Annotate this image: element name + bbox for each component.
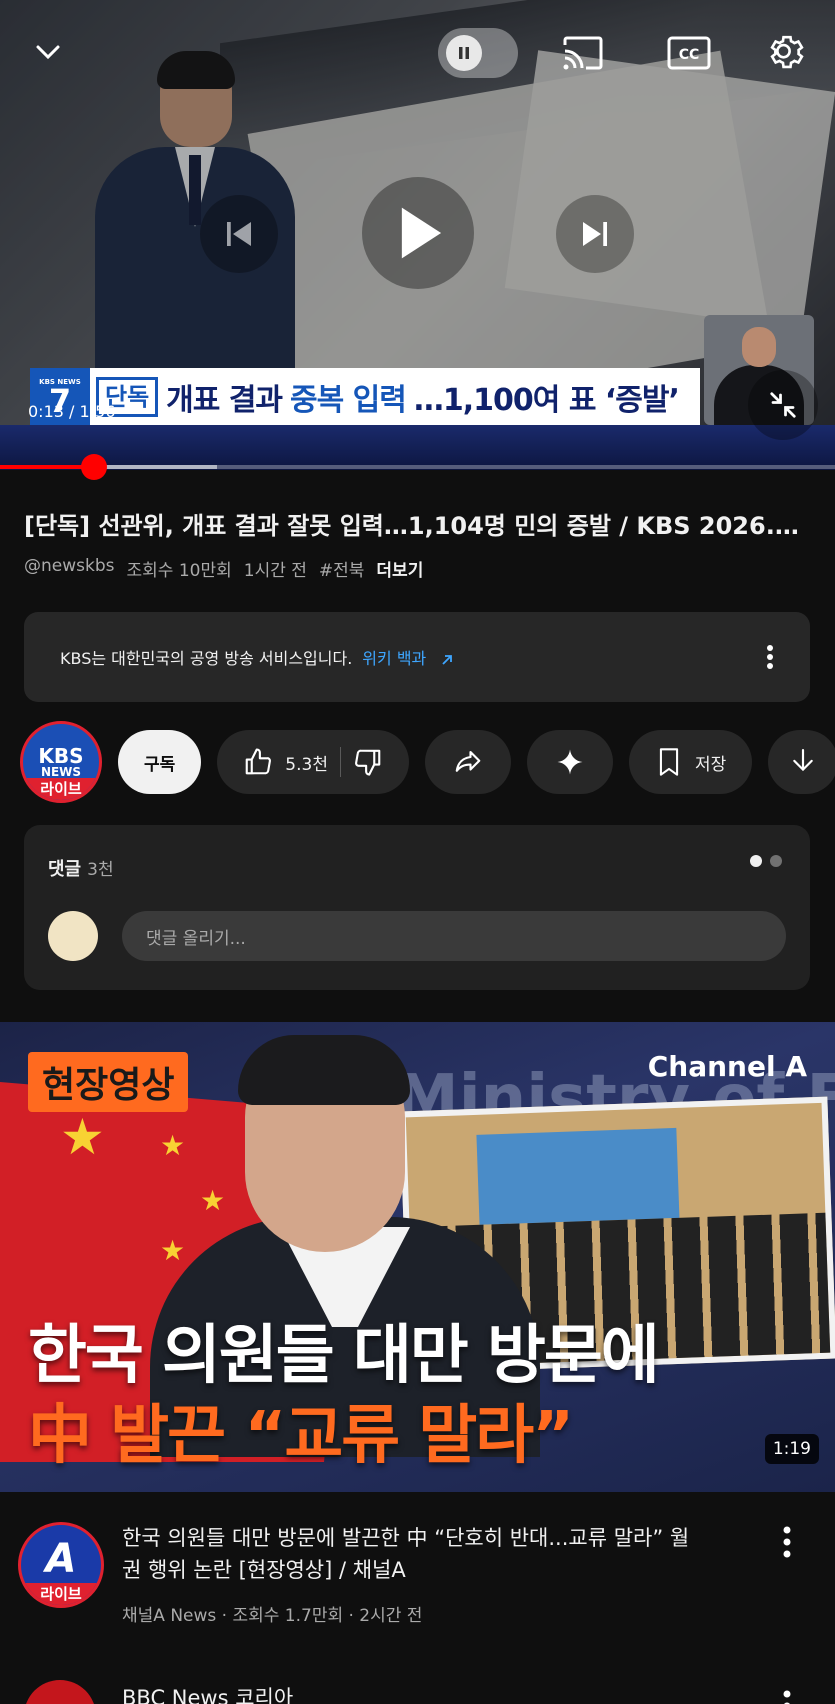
scrubber-handle[interactable] [80, 454, 107, 480]
more-button[interactable]: 더보기 [376, 556, 423, 581]
comment-input[interactable]: 댓글 올리기... [122, 911, 786, 961]
ask-ai-button[interactable] [526, 730, 613, 794]
fullscreen-exit-icon[interactable] [748, 370, 818, 440]
share-icon [453, 747, 483, 777]
kebab-menu-icon[interactable] [783, 1526, 791, 1558]
live-badge: 라이브 [23, 778, 99, 800]
autoplay-toggle[interactable] [438, 28, 518, 78]
next-item[interactable]: BBC News 코리아 [0, 1670, 835, 1704]
comments-count: 3천 [87, 860, 114, 880]
hashtag-link[interactable]: #전북 [319, 556, 365, 581]
divider [339, 747, 341, 777]
video-title[interactable]: [단독] 선관위, 개표 결과 잘못 입력…1,104명 민의 증발 / KBS… [24, 506, 814, 541]
headline-part: …1,100여 표 ‘증발’ [413, 382, 680, 418]
channel-handle[interactable]: @newskbs [24, 556, 115, 581]
like-count: 5.3천 [285, 754, 328, 775]
user-avatar [48, 911, 98, 961]
video-player[interactable]: KBS NEWS 7 단독 개표 결과 중복 입력 …1,100여 표 ‘증발’… [0, 0, 835, 470]
live-badge: 라이브 [21, 1583, 101, 1605]
sparkle-icon [555, 747, 585, 777]
settings-icon[interactable] [759, 24, 815, 80]
view-count: 조회수 10만회 [126, 561, 232, 581]
channel-avatar[interactable]: A 라이브 [18, 1522, 104, 1608]
comments-panel[interactable]: 댓글 3천 댓글 올리기... [24, 825, 810, 990]
next-channel-name: BBC News 코리아 [122, 1686, 294, 1704]
avatar-text: KBS [38, 743, 84, 768]
thumb-headline: 한국 의원들 대만 방문에 [28, 1319, 660, 1393]
action-row: KBS NEWS 라이브 구독 5.3천 저장 [20, 721, 835, 803]
play-icon[interactable] [362, 177, 474, 289]
thumb-tag: 현장영상 [28, 1052, 189, 1112]
save-button[interactable]: 저장 [628, 730, 753, 794]
wiki-link[interactable]: 위키 백과 [362, 645, 455, 669]
headline-part: 개표 결과 [166, 382, 283, 418]
pause-icon [446, 35, 482, 71]
chevron-down-icon[interactable] [22, 26, 74, 78]
recommended-title[interactable]: 한국 의원들 대만 방문에 발끈한 中 “단호히 반대...교류 말라” 월권 … [122, 1522, 702, 1586]
avatar-text: A [45, 1536, 77, 1582]
save-label: 저장 [694, 754, 727, 775]
comments-label: 댓글 [48, 859, 82, 880]
svg-text:CC: CC [679, 47, 700, 63]
external-link-icon [439, 652, 455, 668]
thumbs-down-icon[interactable] [353, 747, 383, 777]
duration-badge: 1:19 [764, 1434, 819, 1464]
download-icon [790, 747, 816, 777]
thumb-headline: 中 발끈 “교류 말라” [28, 1399, 574, 1473]
recommended-thumbnail[interactable]: ★ ★ ★ ★ Ministry of F 현장영상 Channel A 한국 … [0, 1022, 835, 1492]
upload-age: 1시간 전 [243, 561, 307, 581]
thumb-brand: Channel A [647, 1050, 807, 1083]
bookmark-icon [655, 747, 683, 777]
share-button[interactable] [424, 730, 511, 794]
wiki-link-label: 위키 백과 [362, 649, 427, 668]
recommended-meta: 채널A News · 조회수 1.7만회 · 2시간 전 [122, 1606, 423, 1626]
headline-part: 중복 입력 [290, 382, 407, 418]
avatar-text: NEWS [40, 764, 82, 779]
recommended-item[interactable]: A 라이브 한국 의원들 대만 방문에 발끈한 中 “단호히 반대...교류 말… [0, 1512, 835, 1632]
channel-avatar[interactable] [24, 1680, 96, 1704]
subscribe-button[interactable]: 구독 [118, 730, 202, 794]
cast-icon[interactable] [556, 26, 610, 80]
progress-bar[interactable] [0, 454, 835, 480]
playback-time: 0:13 / 1:56 [28, 402, 116, 421]
previous-icon[interactable] [200, 195, 278, 273]
carousel-dots [750, 855, 782, 867]
like-button[interactable]: 5.3천 [243, 747, 328, 777]
cc-icon[interactable]: CC [662, 26, 716, 80]
like-dislike-group: 5.3천 [217, 730, 409, 794]
played-bar [0, 465, 94, 469]
info-panel: KBS는 대한민국의 공영 방송 서비스입니다. 위키 백과 [24, 612, 810, 702]
video-meta: @newskbs 조회수 10만회 1시간 전 #전북 더보기 [24, 556, 423, 581]
broadcast-band [0, 425, 835, 470]
kebab-menu-icon[interactable] [783, 1690, 791, 1704]
thumbs-up-icon [243, 747, 273, 777]
comments-header: 댓글 3천 [48, 855, 114, 881]
channel-avatar[interactable]: KBS NEWS 라이브 [20, 721, 102, 803]
flag-star: ★ [60, 1108, 105, 1166]
info-kebab-icon[interactable] [766, 644, 774, 670]
news-lower-third: KBS NEWS 7 단독 개표 결과 중복 입력 …1,100여 표 ‘증발’ [30, 368, 700, 425]
info-panel-text: KBS는 대한민국의 공영 방송 서비스입니다. [60, 649, 353, 668]
next-icon[interactable] [556, 195, 634, 273]
download-button[interactable] [768, 730, 835, 794]
